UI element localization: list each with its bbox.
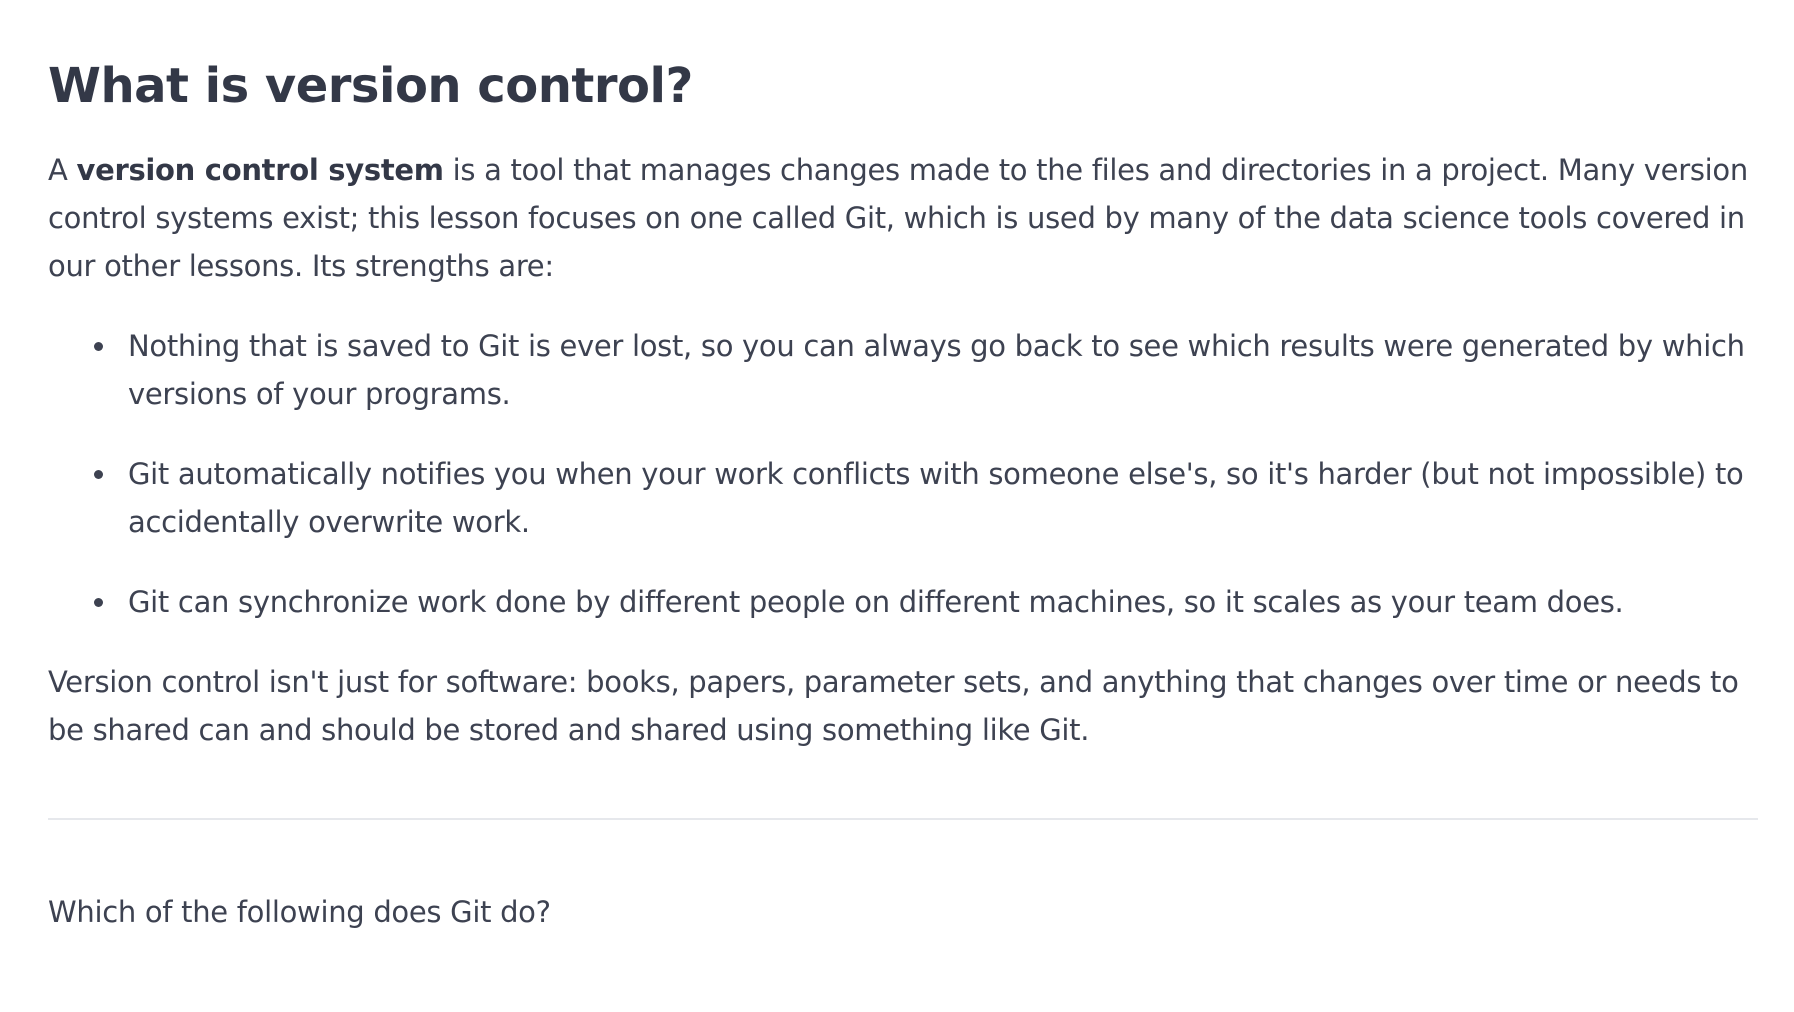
list-item-text: Nothing that is saved to Git is ever los… (128, 329, 1745, 411)
quiz-question: Which of the following does Git do? (48, 895, 551, 929)
intro-term: version control system (76, 153, 444, 187)
list-item-text: Git automatically notifies you when your… (128, 457, 1744, 539)
page-title: What is version control? (48, 58, 693, 114)
bullet-icon (94, 598, 103, 607)
list-item: Nothing that is saved to Git is ever los… (48, 322, 1758, 418)
bullet-icon (94, 342, 103, 351)
lesson-content: What is version control? A version contr… (48, 0, 1758, 936)
list-item: Git automatically notifies you when your… (48, 450, 1758, 546)
intro-prefix: A (48, 153, 77, 187)
list-item: Git can synchronize work done by differe… (48, 578, 1758, 626)
bullet-icon (94, 470, 103, 479)
intro-paragraph: A version control system is a tool that … (48, 146, 1758, 290)
strengths-list: Nothing that is saved to Git is ever los… (48, 322, 1758, 626)
list-item-text: Git can synchronize work done by differe… (128, 585, 1624, 619)
section-divider (48, 818, 1758, 820)
closing-paragraph: Version control isn't just for software:… (48, 665, 1739, 747)
